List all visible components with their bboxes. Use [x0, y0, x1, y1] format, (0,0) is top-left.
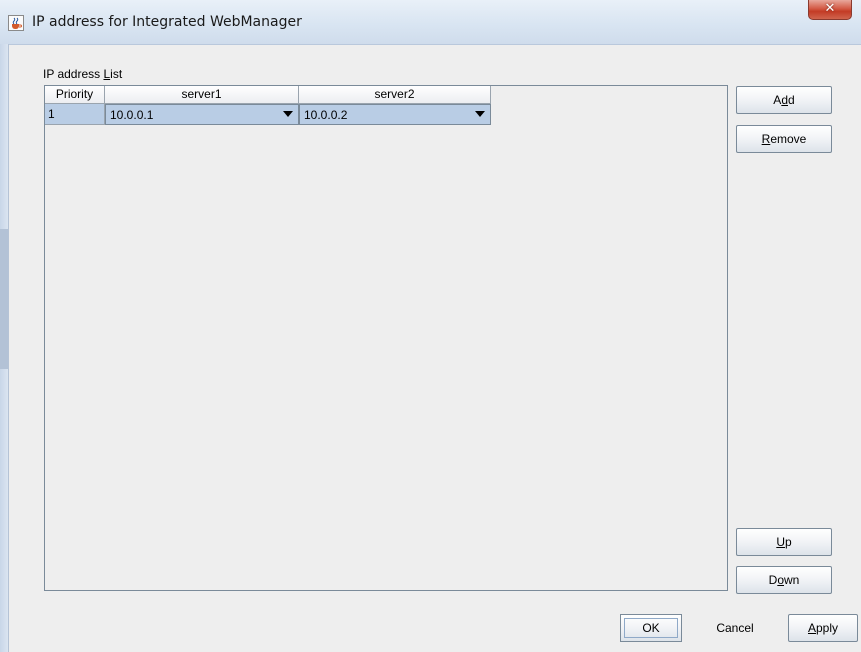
frame-shade — [0, 229, 8, 369]
chevron-down-icon[interactable] — [278, 105, 298, 124]
dialog-window: IP address for Integrated WebManager ✕ I… — [0, 0, 861, 652]
window-left-frame — [0, 44, 9, 652]
server2-ip-combobox[interactable]: 10.0.0.2 — [299, 104, 491, 125]
focus-ring — [624, 618, 678, 638]
add-button[interactable]: Add — [736, 86, 832, 114]
window-title: IP address for Integrated WebManager — [32, 14, 302, 30]
column-header-server1[interactable]: server1 — [105, 86, 299, 104]
title-bar[interactable]: IP address for Integrated WebManager ✕ — [0, 0, 861, 45]
java-cup-icon — [8, 15, 24, 31]
column-header-server2[interactable]: server2 — [299, 86, 491, 104]
server1-ip-value: 10.0.0.1 — [110, 108, 154, 122]
cancel-button[interactable]: Cancel — [697, 614, 773, 642]
down-button[interactable]: Down — [736, 566, 832, 594]
apply-button[interactable]: Apply — [788, 614, 858, 642]
close-button[interactable]: ✕ — [808, 0, 852, 20]
close-icon: ✕ — [824, 1, 836, 16]
column-header-priority[interactable]: Priority — [45, 86, 105, 104]
priority-cell[interactable]: 1 — [45, 104, 105, 125]
table-row[interactable]: 1 10.0.0.1 10.0.0.2 — [45, 104, 491, 126]
server2-ip-value: 10.0.0.2 — [304, 108, 348, 122]
ok-button[interactable]: OK — [620, 614, 682, 642]
ip-address-table[interactable]: Priority server1 server2 1 10.0.0.1 10.0… — [44, 85, 728, 591]
server1-ip-combobox[interactable]: 10.0.0.1 — [105, 104, 299, 125]
chevron-down-icon[interactable] — [470, 105, 490, 124]
ip-address-list-label: IP address List — [43, 67, 123, 81]
up-button[interactable]: Up — [736, 528, 832, 556]
remove-button[interactable]: Remove — [736, 125, 832, 153]
